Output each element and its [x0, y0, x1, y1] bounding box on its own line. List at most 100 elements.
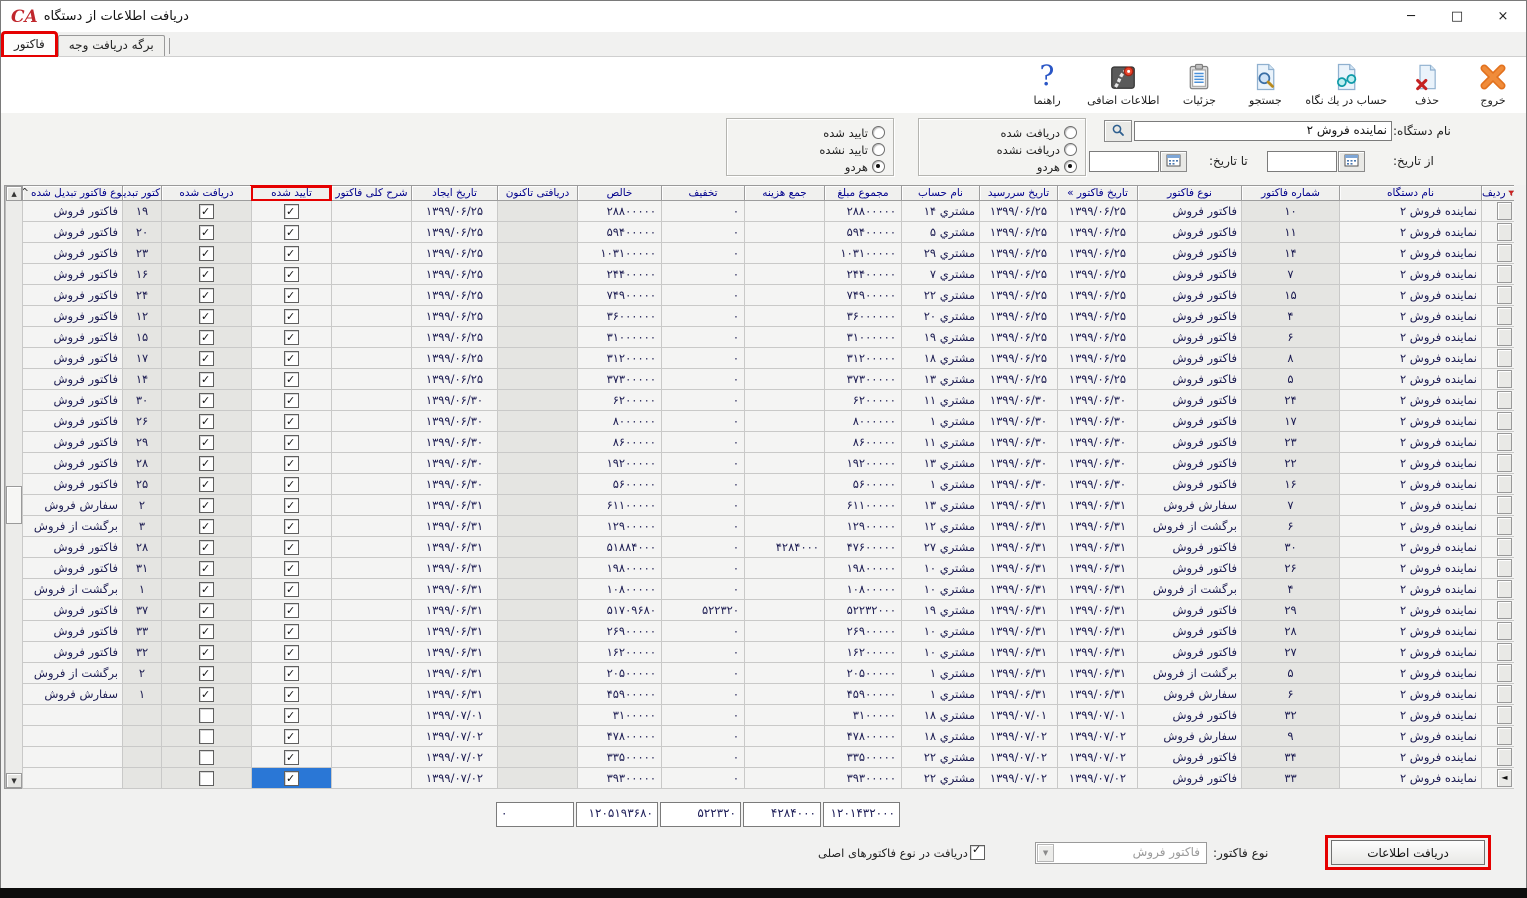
cell-received[interactable] — [161, 327, 251, 348]
row-selector[interactable] — [1497, 223, 1512, 241]
cell-net[interactable]: ۴۷۸۰۰۰۰۰ — [577, 726, 661, 747]
cell-conv_no[interactable]: ۱۵ — [122, 327, 161, 348]
cell-net[interactable]: ۳۱۰۰۰۰۰ — [577, 705, 661, 726]
to-date-calendar-button[interactable] — [1160, 151, 1187, 172]
cell-created[interactable]: ۱۳۹۹/۰۶/۲۵ — [411, 222, 497, 243]
cell-account[interactable]: مشتري ۱۸ — [901, 348, 979, 369]
column-header-desc[interactable]: شرح کلی فاکتور — [331, 186, 411, 201]
confirmed-checkbox[interactable] — [284, 246, 299, 261]
cell-confirmed[interactable] — [251, 285, 331, 306]
cell-received_amt[interactable] — [497, 768, 577, 789]
cell-created[interactable]: ۱۳۹۹/۰۶/۲۵ — [411, 201, 497, 222]
confirmed-checkbox[interactable] — [284, 330, 299, 345]
cell-received[interactable] — [161, 705, 251, 726]
cell-inv_date[interactable]: ۱۳۹۹/۰۶/۳۱ — [1057, 558, 1137, 579]
cell-inv_date[interactable]: ۱۳۹۹/۰۶/۳۰ — [1057, 411, 1137, 432]
cell-conv_no[interactable]: ۳۰ — [122, 390, 161, 411]
row-selector[interactable] — [1497, 328, 1512, 346]
cell-rowsel[interactable] — [1481, 411, 1514, 432]
cell-confirmed[interactable] — [251, 222, 331, 243]
cell-conv_type[interactable]: فاکتور فروش — [22, 264, 122, 285]
cell-no[interactable]: ۲۴ — [1241, 390, 1339, 411]
cell-created[interactable]: ۱۳۹۹/۰۷/۰۱ — [411, 705, 497, 726]
confirmed-checkbox[interactable] — [284, 309, 299, 324]
cell-received_amt[interactable] — [497, 264, 577, 285]
cell-received_amt[interactable] — [497, 327, 577, 348]
cell-device[interactable]: نماینده فروش ۲ — [1339, 285, 1481, 306]
cell-confirmed[interactable] — [251, 516, 331, 537]
cell-no[interactable]: ۱۰ — [1241, 201, 1339, 222]
cell-conv_no[interactable]: ۱۹ — [122, 201, 161, 222]
cell-account[interactable]: مشتري ۱۳ — [901, 495, 979, 516]
cell-total[interactable]: ۳۱۲۰۰۰۰۰ — [824, 348, 901, 369]
cell-expense[interactable] — [744, 579, 824, 600]
cell-conv_no[interactable]: ۱۲ — [122, 306, 161, 327]
cell-due_date[interactable]: ۱۳۹۹/۰۷/۰۱ — [979, 705, 1057, 726]
cell-received_amt[interactable] — [497, 201, 577, 222]
cell-discount[interactable]: ۵۲۲۳۲۰ — [661, 600, 744, 621]
radio-confirmed[interactable]: تایید شده — [731, 124, 885, 141]
cell-received_amt[interactable] — [497, 516, 577, 537]
cell-expense[interactable] — [744, 621, 824, 642]
cell-rowsel[interactable] — [1481, 201, 1514, 222]
cell-confirmed[interactable] — [251, 201, 331, 222]
cell-confirmed[interactable] — [251, 537, 331, 558]
cell-created[interactable]: ۱۳۹۹/۰۶/۳۱ — [411, 579, 497, 600]
confirmed-checkbox[interactable] — [284, 519, 299, 534]
cell-conv_no[interactable]: ۳۷ — [122, 600, 161, 621]
cell-received[interactable] — [161, 726, 251, 747]
tab-receipt-sheet[interactable]: برگه دریافت وجه — [58, 35, 165, 56]
cell-received[interactable] — [161, 558, 251, 579]
cell-rowsel[interactable] — [1481, 285, 1514, 306]
cell-total[interactable]: ۲۶۹۰۰۰۰۰ — [824, 621, 901, 642]
cell-confirmed[interactable] — [251, 495, 331, 516]
cell-created[interactable]: ۱۳۹۹/۰۶/۲۵ — [411, 369, 497, 390]
cell-account[interactable]: مشتري ۱۰ — [901, 642, 979, 663]
cell-conv_type[interactable]: برگشت از فروش — [22, 663, 122, 684]
cell-received_amt[interactable] — [497, 600, 577, 621]
cell-desc[interactable] — [331, 726, 411, 747]
received-checkbox[interactable] — [199, 666, 214, 681]
confirmed-checkbox[interactable] — [284, 267, 299, 282]
cell-expense[interactable] — [744, 348, 824, 369]
cell-no[interactable]: ۲۷ — [1241, 642, 1339, 663]
cell-device[interactable]: نماینده فروش ۲ — [1339, 663, 1481, 684]
cell-inv_date[interactable]: ۱۳۹۹/۰۶/۲۵ — [1057, 348, 1137, 369]
cell-account[interactable]: مشتري ۱۳ — [901, 453, 979, 474]
cell-rowsel[interactable] — [1481, 453, 1514, 474]
cell-no[interactable]: ۲۸ — [1241, 621, 1339, 642]
cell-expense[interactable] — [744, 663, 824, 684]
cell-expense[interactable] — [744, 411, 824, 432]
cell-due_date[interactable]: ۱۳۹۹/۰۶/۳۱ — [979, 516, 1057, 537]
cell-type[interactable]: فاکتور فروش — [1137, 453, 1241, 474]
confirmed-checkbox[interactable] — [284, 498, 299, 513]
cell-conv_type[interactable]: برگشت از فروش — [22, 516, 122, 537]
cell-discount[interactable]: ۰ — [661, 306, 744, 327]
radio-received-both[interactable]: هردو — [923, 158, 1077, 175]
cell-discount[interactable]: ۰ — [661, 243, 744, 264]
cell-type[interactable]: فاکتور فروش — [1137, 411, 1241, 432]
received-checkbox[interactable] — [199, 603, 214, 618]
cell-inv_date[interactable]: ۱۳۹۹/۰۶/۳۱ — [1057, 600, 1137, 621]
cell-conv_type[interactable]: فاکتور فروش — [22, 348, 122, 369]
received-checkbox[interactable] — [199, 771, 214, 786]
radio-confirmed-both[interactable]: هردو — [731, 158, 885, 175]
cell-inv_date[interactable]: ۱۳۹۹/۰۶/۳۱ — [1057, 642, 1137, 663]
cell-discount[interactable]: ۰ — [661, 348, 744, 369]
cell-inv_date[interactable]: ۱۳۹۹/۰۷/۰۲ — [1057, 747, 1137, 768]
cell-device[interactable]: نماینده فروش ۲ — [1339, 411, 1481, 432]
cell-device[interactable]: نماینده فروش ۲ — [1339, 390, 1481, 411]
cell-account[interactable]: مشتري ۱۸ — [901, 726, 979, 747]
cell-total[interactable]: ۵۹۴۰۰۰۰۰ — [824, 222, 901, 243]
cell-conv_no[interactable]: ۲۴ — [122, 285, 161, 306]
cell-confirmed[interactable] — [251, 663, 331, 684]
confirmed-checkbox[interactable] — [284, 540, 299, 555]
cell-confirmed[interactable] — [251, 768, 331, 789]
cell-received[interactable] — [161, 516, 251, 537]
row-selector[interactable] — [1497, 643, 1512, 661]
cell-device[interactable]: نماینده فروش ۲ — [1339, 684, 1481, 705]
cell-account[interactable]: مشتري ۱ — [901, 663, 979, 684]
confirmed-checkbox[interactable] — [284, 687, 299, 702]
cell-received[interactable] — [161, 390, 251, 411]
cell-received[interactable] — [161, 663, 251, 684]
